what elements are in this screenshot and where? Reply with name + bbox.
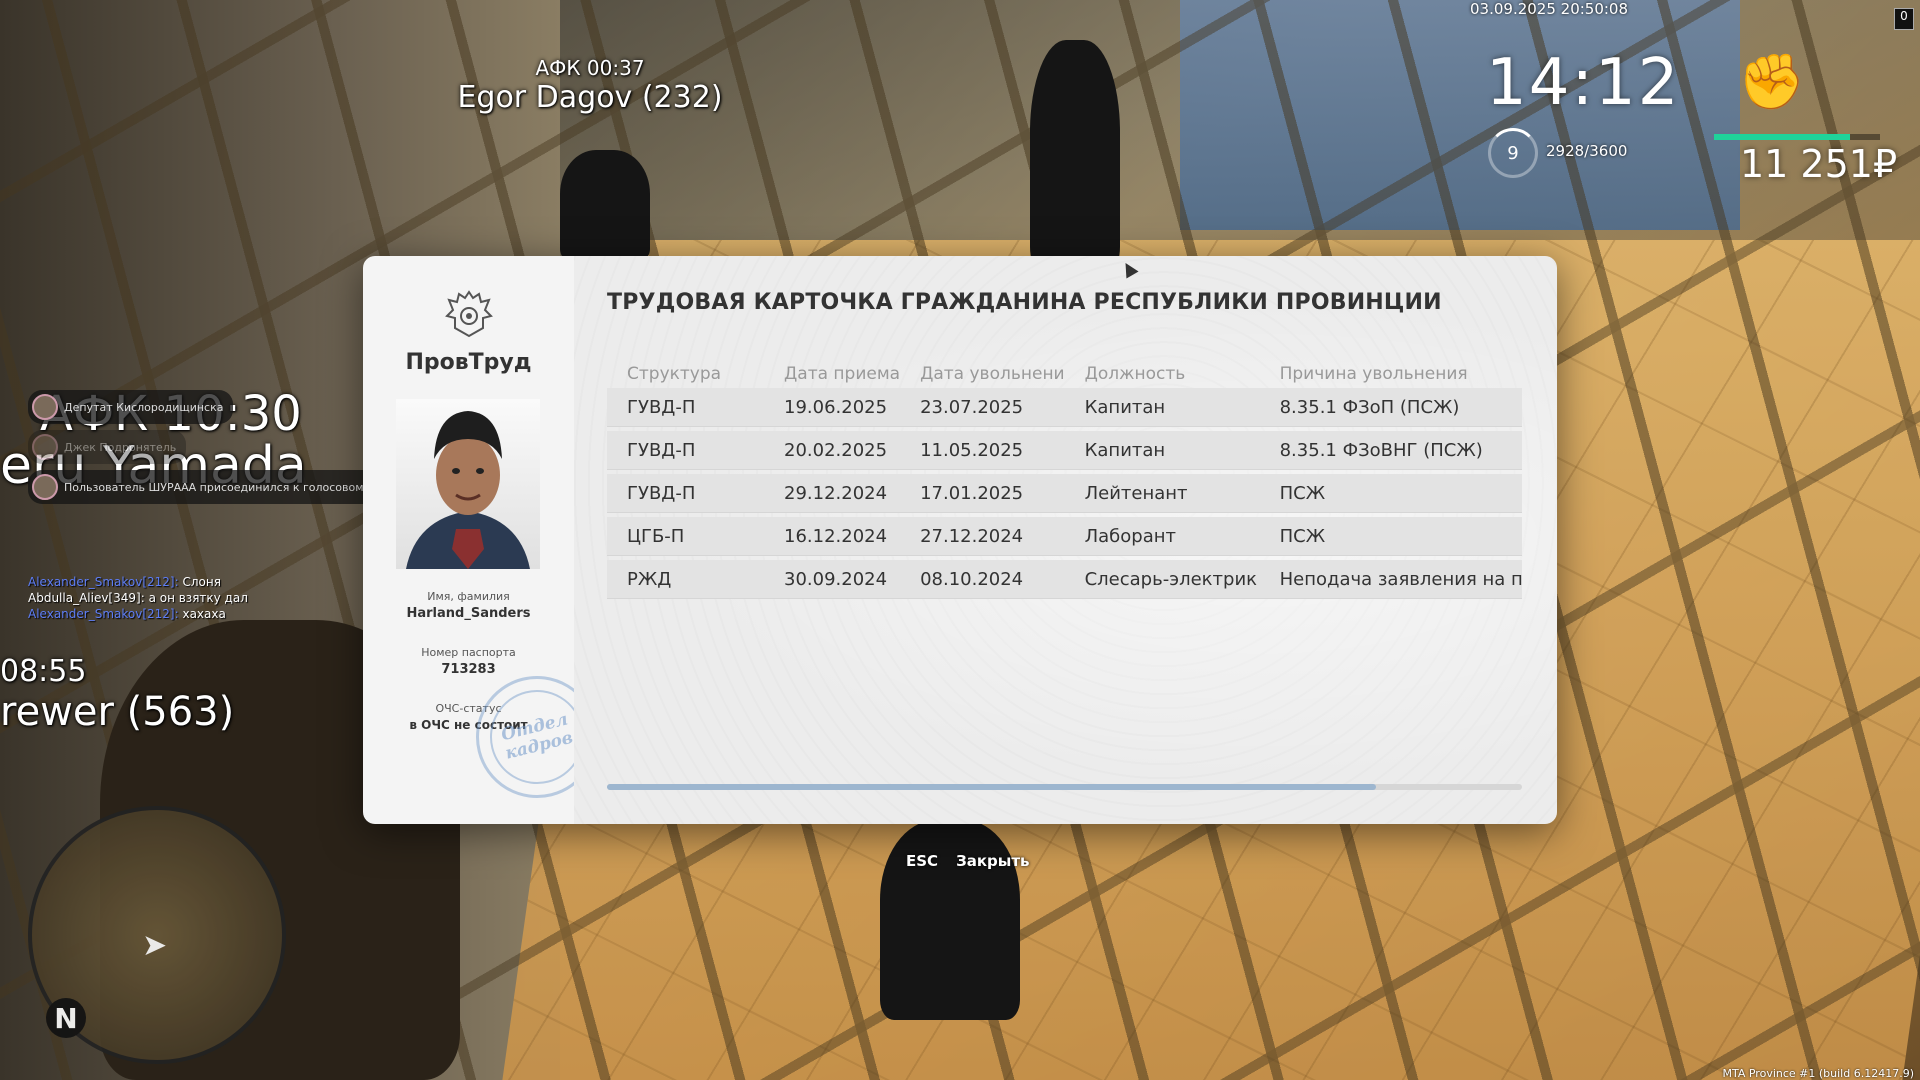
hud-money: 11 251₽ <box>1740 142 1898 186</box>
horizontal-scrollbar[interactable] <box>607 784 1522 790</box>
cell-structure: ЦГБ-П <box>607 517 764 556</box>
chat-line: Alexander_Smakov[212]: Слоня <box>28 574 248 590</box>
org-name: ПровТруд <box>405 350 532 375</box>
close-button[interactable]: Закрыть <box>956 852 1029 870</box>
card-main: ТРУДОВАЯ КАРТОЧКА ГРАЖДАНИНА РЕСПУБЛИКИ … <box>574 256 1557 824</box>
chat-text: Слоня <box>178 575 221 589</box>
cell-structure: РЖД <box>607 560 764 599</box>
table-row: РЖД 30.09.2024 08.10.2024 Слесарь-электрик Н… <box>607 560 1522 599</box>
chat-name: Abdulla_Aliev[349]: <box>28 591 145 605</box>
player-arrow-icon: ➤ <box>142 928 168 963</box>
nametag-afk: АФК 00:37 <box>535 56 645 80</box>
voice-notice-text: Джек Подронятель <box>64 440 177 454</box>
hud-badge-icon: 0 <box>1894 8 1914 30</box>
portrait-image <box>406 411 530 569</box>
cell-hire-date: 20.02.2025 <box>764 431 901 470</box>
voice-notice: Депутат Кислородищинска <box>28 390 234 424</box>
col-hire-date: Дата приема <box>784 364 901 384</box>
cell-position: Капитан <box>1064 431 1260 470</box>
npc-figure <box>1030 40 1120 270</box>
npc-figure <box>560 150 650 260</box>
health-bar <box>1714 134 1880 140</box>
chat-line: Abdulla_Aliev[349]: а он взятку дал <box>28 590 248 606</box>
cell-structure: ГУВД-П <box>607 388 764 427</box>
nametag-name: rewer (563) <box>0 689 235 735</box>
close-hint[interactable]: ESC Закрыть <box>906 852 1030 870</box>
cell-dismissal-date: 11.05.2025 <box>900 431 1065 470</box>
col-reason: Причина увольнения <box>1279 364 1468 384</box>
nametag: АФК 00:37 Egor Dagov (232) <box>440 56 740 115</box>
cell-hire-date: 19.06.2025 <box>764 388 901 427</box>
col-structure: Структура <box>627 364 722 384</box>
table-header: Структура Дата приема Дата увольнени Дол… <box>607 364 1522 384</box>
name-label: Имя, фамилия <box>427 590 510 603</box>
esc-key-label: ESC <box>906 852 939 870</box>
minimap: ➤ N <box>28 806 286 1064</box>
card-title: ТРУДОВАЯ КАРТОЧКА ГРАЖДАНИНА РЕСПУБЛИКИ … <box>607 290 1442 315</box>
cell-position: Лаборант <box>1064 517 1260 556</box>
chat-name: Alexander_Smakov[212]: <box>28 607 179 621</box>
cell-dismissal-date: 08.10.2024 <box>900 560 1065 599</box>
fist-icon: ✊ <box>1738 50 1806 113</box>
citizen-photo <box>396 399 540 569</box>
table-row: ЦГБ-П 16.12.2024 27.12.2024 Лаборант ПСЖ <box>607 517 1522 556</box>
employment-table: Структура Дата приема Дата увольнени Дол… <box>607 360 1522 603</box>
hud-datetime: 03.09.2025 20:50:08 <box>1470 0 1629 18</box>
scrollbar-thumb[interactable] <box>607 784 1376 790</box>
cell-reason: 8.35.1 ФЗоВНГ (ПСЖ) <box>1259 431 1522 470</box>
hud-xp: 2928/3600 <box>1546 142 1628 160</box>
avatar <box>32 434 58 460</box>
cell-structure: ГУВД-П <box>607 431 764 470</box>
cell-hire-date: 16.12.2024 <box>764 517 901 556</box>
passport-number: 713283 <box>441 662 496 677</box>
cell-hire-date: 30.09.2024 <box>764 560 901 599</box>
build-info: MTA Province #1 (build 6.12417.9) <box>1722 1067 1914 1080</box>
level-ring: 9 <box>1488 128 1538 178</box>
chat-name: Alexander_Smakov[212]: <box>28 575 179 589</box>
avatar <box>32 394 58 420</box>
cell-dismissal-date: 27.12.2024 <box>900 517 1065 556</box>
cell-position: Капитан <box>1064 388 1260 427</box>
npc-figure <box>880 820 1020 1020</box>
cell-hire-date: 29.12.2024 <box>764 474 901 513</box>
labour-card-dialog: ПровТруд Имя, фамилия Harland_Sanders Но… <box>363 256 1557 824</box>
passport-label: Номер паспорта <box>421 646 516 659</box>
citizen-name: Harland_Sanders <box>406 606 531 621</box>
card-sidebar: ПровТруд Имя, фамилия Harland_Sanders Но… <box>363 256 611 824</box>
health-bar-fill <box>1714 134 1851 140</box>
cell-reason: Неподача заявления на повы <box>1259 560 1522 599</box>
nametag: 08:55 rewer (563) <box>0 654 260 735</box>
nametag-name: Egor Dagov (232) <box>457 80 723 115</box>
cell-dismissal-date: 23.07.2025 <box>900 388 1065 427</box>
voice-notice-text: Депутат Кислородищинска <box>64 400 224 414</box>
cell-structure: ГУВД-П <box>607 474 764 513</box>
north-indicator: N <box>46 998 86 1038</box>
cell-dismissal-date: 17.01.2025 <box>900 474 1065 513</box>
hud-clock: 14:12 <box>1486 46 1681 120</box>
avatar <box>32 474 58 500</box>
cell-reason: 8.35.1 ФЗоП (ПСЖ) <box>1259 388 1522 427</box>
chat-text: а он взятку дал <box>144 591 248 605</box>
nametag-afk: 08:55 <box>0 654 87 689</box>
voice-notice: Джек Подронятель <box>28 430 187 464</box>
level-value: 9 <box>1507 142 1519 164</box>
col-position: Должность <box>1084 364 1186 384</box>
cell-reason: ПСЖ <box>1259 474 1522 513</box>
chat-line: Alexander_Smakov[212]: хахаха <box>28 606 248 622</box>
chat-text: хахаха <box>178 607 226 621</box>
table-row: ГУВД-П 29.12.2024 17.01.2025 Лейтенант ПСЖ <box>607 474 1522 513</box>
cell-position: Слесарь-электрик <box>1064 560 1260 599</box>
chat-log: Alexander_Smakov[212]: Слоня Abdulla_Ali… <box>28 574 248 622</box>
cell-position: Лейтенант <box>1064 474 1260 513</box>
table-row: ГУВД-П 19.06.2025 23.07.2025 Капитан 8.35.1 … <box>607 388 1522 427</box>
cell-reason: ПСЖ <box>1259 517 1522 556</box>
table-row: ГУВД-П 20.02.2025 11.05.2025 Капитан 8.35.1 … <box>607 431 1522 470</box>
col-dismissal-date: Дата увольнени <box>920 364 1065 384</box>
coat-of-arms-icon <box>445 290 493 338</box>
